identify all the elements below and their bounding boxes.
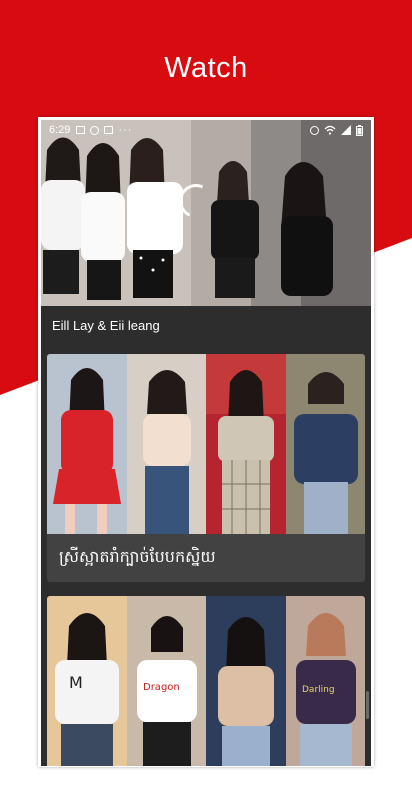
thumbnail-panel [206, 596, 286, 766]
playlist-title: Eill Lay & Eii leang [52, 318, 160, 333]
page-headline: Watch [164, 52, 248, 84]
video-player[interactable] [41, 120, 371, 306]
thumbnail-panel: Dragon [126, 596, 206, 766]
thumbnail-panel: Darling [285, 596, 365, 766]
card-icon [104, 126, 114, 134]
status-time: 6:29 [49, 124, 71, 136]
video-card[interactable]: M Dragon Darling [47, 596, 365, 766]
wifi-icon [324, 125, 336, 135]
thumbnail-panel: M [47, 596, 127, 766]
phone-screen: 6:29 ··· Eill Lay & Eii leang ស្រីស្អាតរ… [41, 120, 371, 766]
video-card[interactable]: ស្រីស្អាតរាំក្បាច់បែបកស្និយ [47, 354, 365, 582]
svg-text:Darling: Darling [302, 685, 335, 695]
thumbnail-panel [206, 354, 286, 534]
video-thumbnail [47, 354, 365, 534]
svg-text:M: M [69, 673, 83, 692]
thumbnail-panel [47, 354, 127, 534]
svg-text:Dragon: Dragon [143, 682, 180, 693]
thumbnail-panel [126, 354, 206, 534]
messenger-icon [90, 125, 100, 135]
overflow-icon: ··· [118, 124, 133, 136]
scrollbar[interactable] [366, 691, 369, 719]
image-icon [76, 126, 86, 134]
video-thumbnail: M Dragon Darling [47, 596, 365, 766]
playlist-panel: Eill Lay & Eii leang ស្រីស្អាតរាំក្បាច់ប… [41, 306, 371, 766]
alarm-icon [310, 125, 319, 135]
status-bar: 6:29 ··· [41, 120, 371, 140]
thumbnail-panel [285, 354, 365, 534]
battery-icon [356, 124, 363, 136]
signal-icon [341, 125, 351, 135]
video-card-title: ស្រីស្អាតរាំក្បាច់បែបកស្និយ [59, 547, 216, 566]
phone-screenshot-frame: 6:29 ··· Eill Lay & Eii leang ស្រីស្អាតរ… [38, 117, 374, 767]
